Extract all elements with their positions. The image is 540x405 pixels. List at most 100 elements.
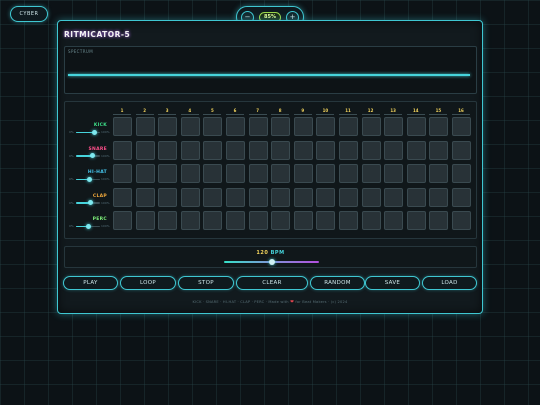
step-pad[interactable] [361, 140, 381, 160]
step-pad[interactable] [271, 140, 291, 160]
step-pad[interactable] [135, 140, 155, 160]
step-pad[interactable] [113, 187, 132, 207]
step-pad[interactable] [429, 187, 449, 207]
step-pad[interactable] [158, 117, 178, 136]
step-pad[interactable] [316, 117, 336, 136]
step-pad[interactable] [203, 164, 223, 183]
step-pad[interactable] [406, 117, 426, 136]
volume-slider[interactable] [76, 129, 100, 135]
step-pad[interactable] [316, 187, 336, 207]
step-pad[interactable] [271, 117, 291, 136]
step-pad[interactable] [248, 117, 268, 136]
volume-slider[interactable] [76, 200, 100, 205]
step-pad[interactable] [293, 117, 313, 136]
volume-slider-thumb[interactable] [90, 153, 96, 158]
step-pad[interactable] [406, 164, 426, 183]
step-pad[interactable] [180, 164, 200, 183]
volume-slider[interactable] [76, 223, 100, 229]
step-pad[interactable] [113, 117, 132, 136]
clear-button[interactable]: CLEAR [236, 276, 308, 290]
step-pad[interactable] [271, 211, 291, 230]
random-button[interactable]: RANDOM [310, 276, 365, 290]
step-pad[interactable] [406, 211, 426, 230]
step-pad[interactable] [248, 164, 268, 183]
step-pad[interactable] [339, 164, 358, 183]
step-pad[interactable] [180, 140, 200, 160]
step-pad[interactable] [226, 117, 245, 136]
step-pad[interactable] [113, 140, 132, 160]
step-pad[interactable] [135, 117, 155, 136]
step-pad[interactable] [203, 187, 223, 207]
step-pad[interactable] [271, 187, 291, 207]
step-pad[interactable] [339, 187, 358, 207]
step-pad[interactable] [384, 187, 404, 207]
step-pad[interactable] [339, 140, 358, 160]
step-pad[interactable] [180, 187, 200, 207]
step-pad[interactable] [180, 211, 200, 230]
volume-slider-thumb[interactable] [91, 129, 97, 135]
step-pad[interactable] [429, 164, 449, 183]
step-pad[interactable] [180, 117, 200, 136]
step-pad[interactable] [293, 187, 313, 207]
step-pad[interactable] [293, 164, 313, 183]
step-pad[interactable] [271, 164, 291, 183]
stop-button[interactable]: STOP [178, 276, 234, 290]
step-pad[interactable] [429, 140, 449, 160]
step-pad[interactable] [384, 117, 404, 136]
step-pad[interactable] [226, 164, 245, 183]
step-pad[interactable] [316, 164, 336, 183]
step-pad[interactable] [113, 164, 132, 183]
step-pad[interactable] [452, 187, 471, 207]
save-button[interactable]: SAVE [365, 276, 420, 290]
step-pad[interactable] [203, 211, 223, 230]
step-pad[interactable] [158, 164, 178, 183]
step-pad[interactable] [158, 187, 178, 207]
step-pad[interactable] [293, 140, 313, 160]
step-pad[interactable] [361, 187, 381, 207]
step-pad[interactable] [452, 140, 471, 160]
step-pad[interactable] [406, 140, 426, 160]
step-pad[interactable] [135, 187, 155, 207]
step-pad[interactable] [429, 211, 449, 230]
step-pad[interactable] [226, 140, 245, 160]
step-pad[interactable] [406, 187, 426, 207]
step-pad[interactable] [135, 211, 155, 230]
volume-slider[interactable] [76, 153, 100, 158]
step-pad[interactable] [452, 164, 471, 183]
volume-slider-thumb[interactable] [86, 176, 92, 182]
tempo-slider[interactable] [224, 259, 319, 265]
volume-slider-thumb[interactable] [85, 223, 91, 229]
step-pad[interactable] [452, 117, 471, 136]
load-button[interactable]: LOAD [422, 276, 477, 290]
step-pad[interactable] [339, 117, 358, 136]
step-pad[interactable] [361, 117, 381, 136]
step-pad[interactable] [135, 164, 155, 183]
step-pad[interactable] [158, 140, 178, 160]
step-pad[interactable] [248, 140, 268, 160]
step-pad[interactable] [316, 140, 336, 160]
step-pad[interactable] [384, 140, 404, 160]
step-pad[interactable] [361, 164, 381, 183]
volume-slider-thumb[interactable] [87, 200, 93, 205]
step-pad[interactable] [113, 211, 132, 230]
step-pad[interactable] [339, 211, 358, 230]
tempo-slider-thumb[interactable] [268, 259, 275, 265]
volume-slider[interactable] [76, 176, 100, 182]
step-pad[interactable] [361, 211, 381, 230]
step-pad[interactable] [248, 187, 268, 207]
step-pad[interactable] [452, 211, 471, 230]
step-pad[interactable] [293, 211, 313, 230]
theme-toggle-button[interactable]: CYBER [10, 6, 48, 22]
step-pad[interactable] [203, 140, 223, 160]
step-pad[interactable] [384, 211, 404, 230]
play-button[interactable]: PLAY [63, 276, 118, 290]
loop-button[interactable]: LOOP [120, 276, 176, 290]
step-pad[interactable] [226, 187, 245, 207]
step-pad[interactable] [384, 164, 404, 183]
step-pad[interactable] [226, 211, 245, 230]
step-pad[interactable] [203, 117, 223, 136]
step-pad[interactable] [429, 117, 449, 136]
step-pad[interactable] [248, 211, 268, 230]
step-pad[interactable] [316, 211, 336, 230]
step-pad[interactable] [158, 211, 178, 230]
